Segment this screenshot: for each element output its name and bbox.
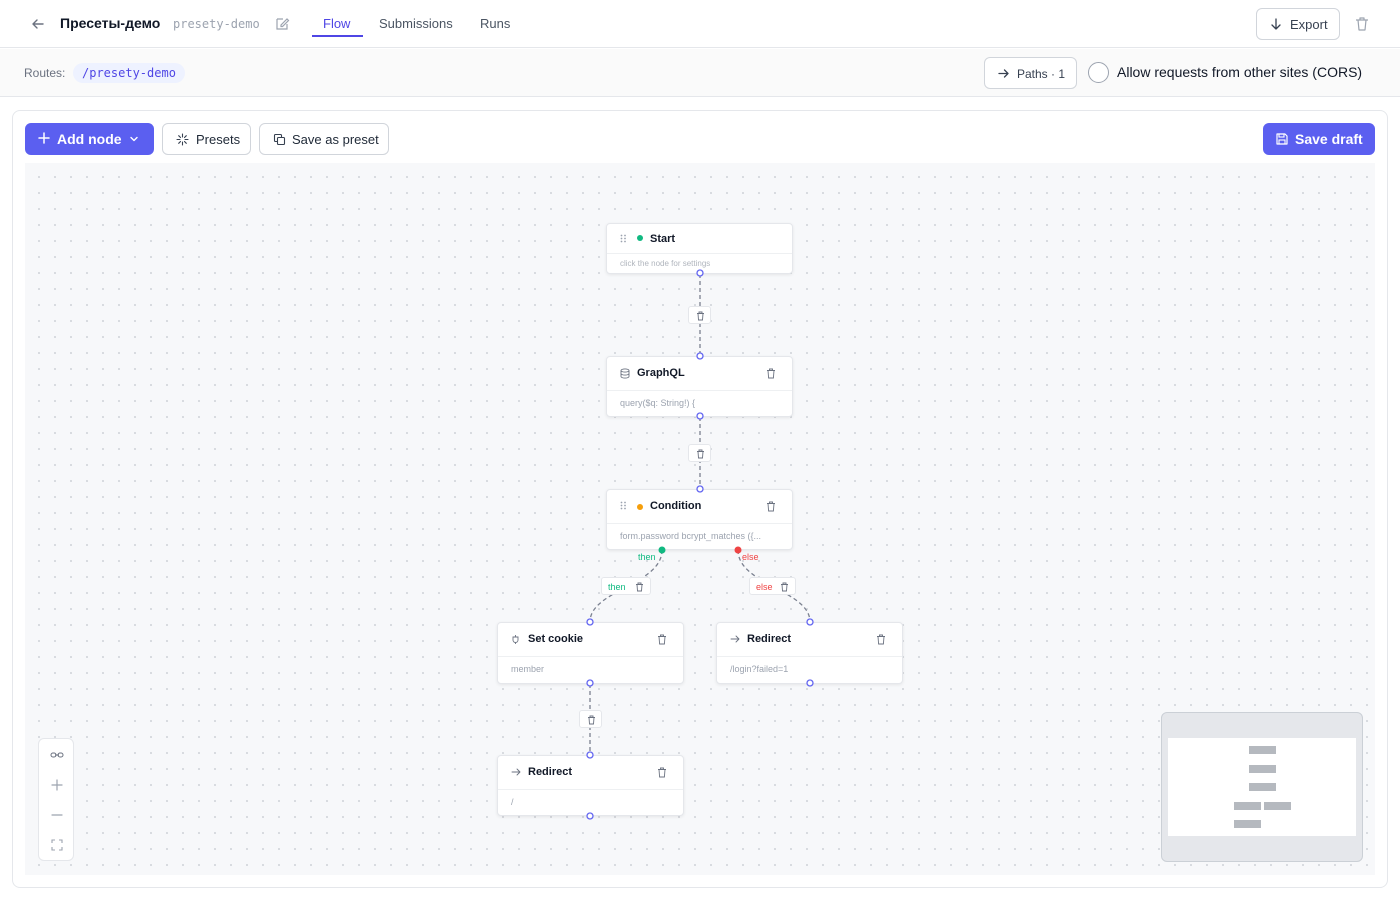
- node-hint: click the node for settings: [620, 259, 711, 268]
- minimap-node: [1234, 802, 1261, 810]
- then-edge-chip[interactable]: then: [601, 577, 651, 595]
- node-title: Set cookie: [528, 633, 584, 645]
- trash-icon[interactable]: [657, 767, 667, 778]
- node-condition[interactable]: Condition form.password bcrypt_matches (…: [606, 489, 793, 550]
- then-edge-label: then: [608, 582, 626, 592]
- node-header: Redirect: [498, 756, 683, 790]
- node-title: Condition: [650, 500, 702, 512]
- minimap-node: [1249, 746, 1276, 754]
- else-edge-label: else: [756, 582, 773, 592]
- node-graphql[interactable]: GraphQL query($q: String!) {: [606, 356, 793, 417]
- node-header: Set cookie: [498, 623, 683, 657]
- link-icon[interactable]: [49, 747, 65, 763]
- node-summary: query($q: String!) {: [620, 398, 696, 408]
- node-summary: form.password bcrypt_matches ({...: [620, 531, 762, 541]
- node-header: Redirect: [717, 623, 902, 657]
- minus-icon[interactable]: [49, 807, 65, 823]
- trash-icon: [697, 311, 704, 321]
- minimap-node: [1264, 802, 1291, 810]
- node-title: Start: [650, 233, 676, 245]
- edge-delete-button[interactable]: [688, 306, 711, 324]
- then-handle-label: then: [638, 552, 656, 562]
- node-header: Start: [607, 224, 792, 254]
- database-icon: [620, 368, 630, 379]
- grip-icon[interactable]: [620, 234, 627, 243]
- node-redirect[interactable]: Redirect /: [497, 755, 684, 816]
- zoom-controls: [38, 738, 74, 861]
- trash-icon[interactable]: [657, 634, 667, 645]
- grip-icon[interactable]: [620, 501, 627, 510]
- arrow-right-icon: [730, 635, 740, 643]
- trash-icon[interactable]: [780, 582, 789, 592]
- node-start[interactable]: Start click the node for settings: [606, 223, 793, 274]
- node-summary: /: [511, 797, 514, 807]
- cookie-icon: [512, 635, 519, 644]
- node-summary: member: [511, 664, 545, 674]
- trash-icon: [588, 715, 595, 725]
- trash-icon[interactable]: [766, 501, 776, 512]
- node-title: GraphQL: [637, 367, 685, 379]
- trash-icon[interactable]: [766, 368, 776, 379]
- minimap-node: [1249, 783, 1276, 791]
- node-redirect-failed[interactable]: Redirect /login?failed=1: [716, 622, 903, 684]
- node-set-cookie[interactable]: Set cookie member: [497, 622, 684, 684]
- else-edge-chip[interactable]: else: [749, 577, 796, 595]
- trash-icon[interactable]: [635, 582, 644, 592]
- node-title: Redirect: [528, 766, 573, 778]
- trash-icon[interactable]: [876, 634, 886, 645]
- node-summary: /login?failed=1: [730, 664, 789, 674]
- minimap-node: [1249, 765, 1276, 773]
- plus-icon[interactable]: [49, 777, 65, 793]
- arrow-right-icon: [511, 768, 521, 776]
- minimap[interactable]: [1161, 712, 1363, 862]
- else-handle-label: else: [742, 552, 759, 562]
- edge-delete-button[interactable]: [579, 710, 602, 728]
- status-dot: [637, 235, 643, 241]
- edge-delete-button[interactable]: [688, 444, 711, 462]
- status-dot: [637, 504, 643, 510]
- trash-icon: [697, 449, 704, 459]
- minimap-node: [1234, 820, 1261, 828]
- node-title: Redirect: [747, 633, 792, 645]
- node-header: Condition: [607, 490, 792, 524]
- fullscreen-icon[interactable]: [49, 837, 65, 853]
- node-header: GraphQL: [607, 357, 792, 391]
- minimap-viewport[interactable]: [1168, 738, 1356, 836]
